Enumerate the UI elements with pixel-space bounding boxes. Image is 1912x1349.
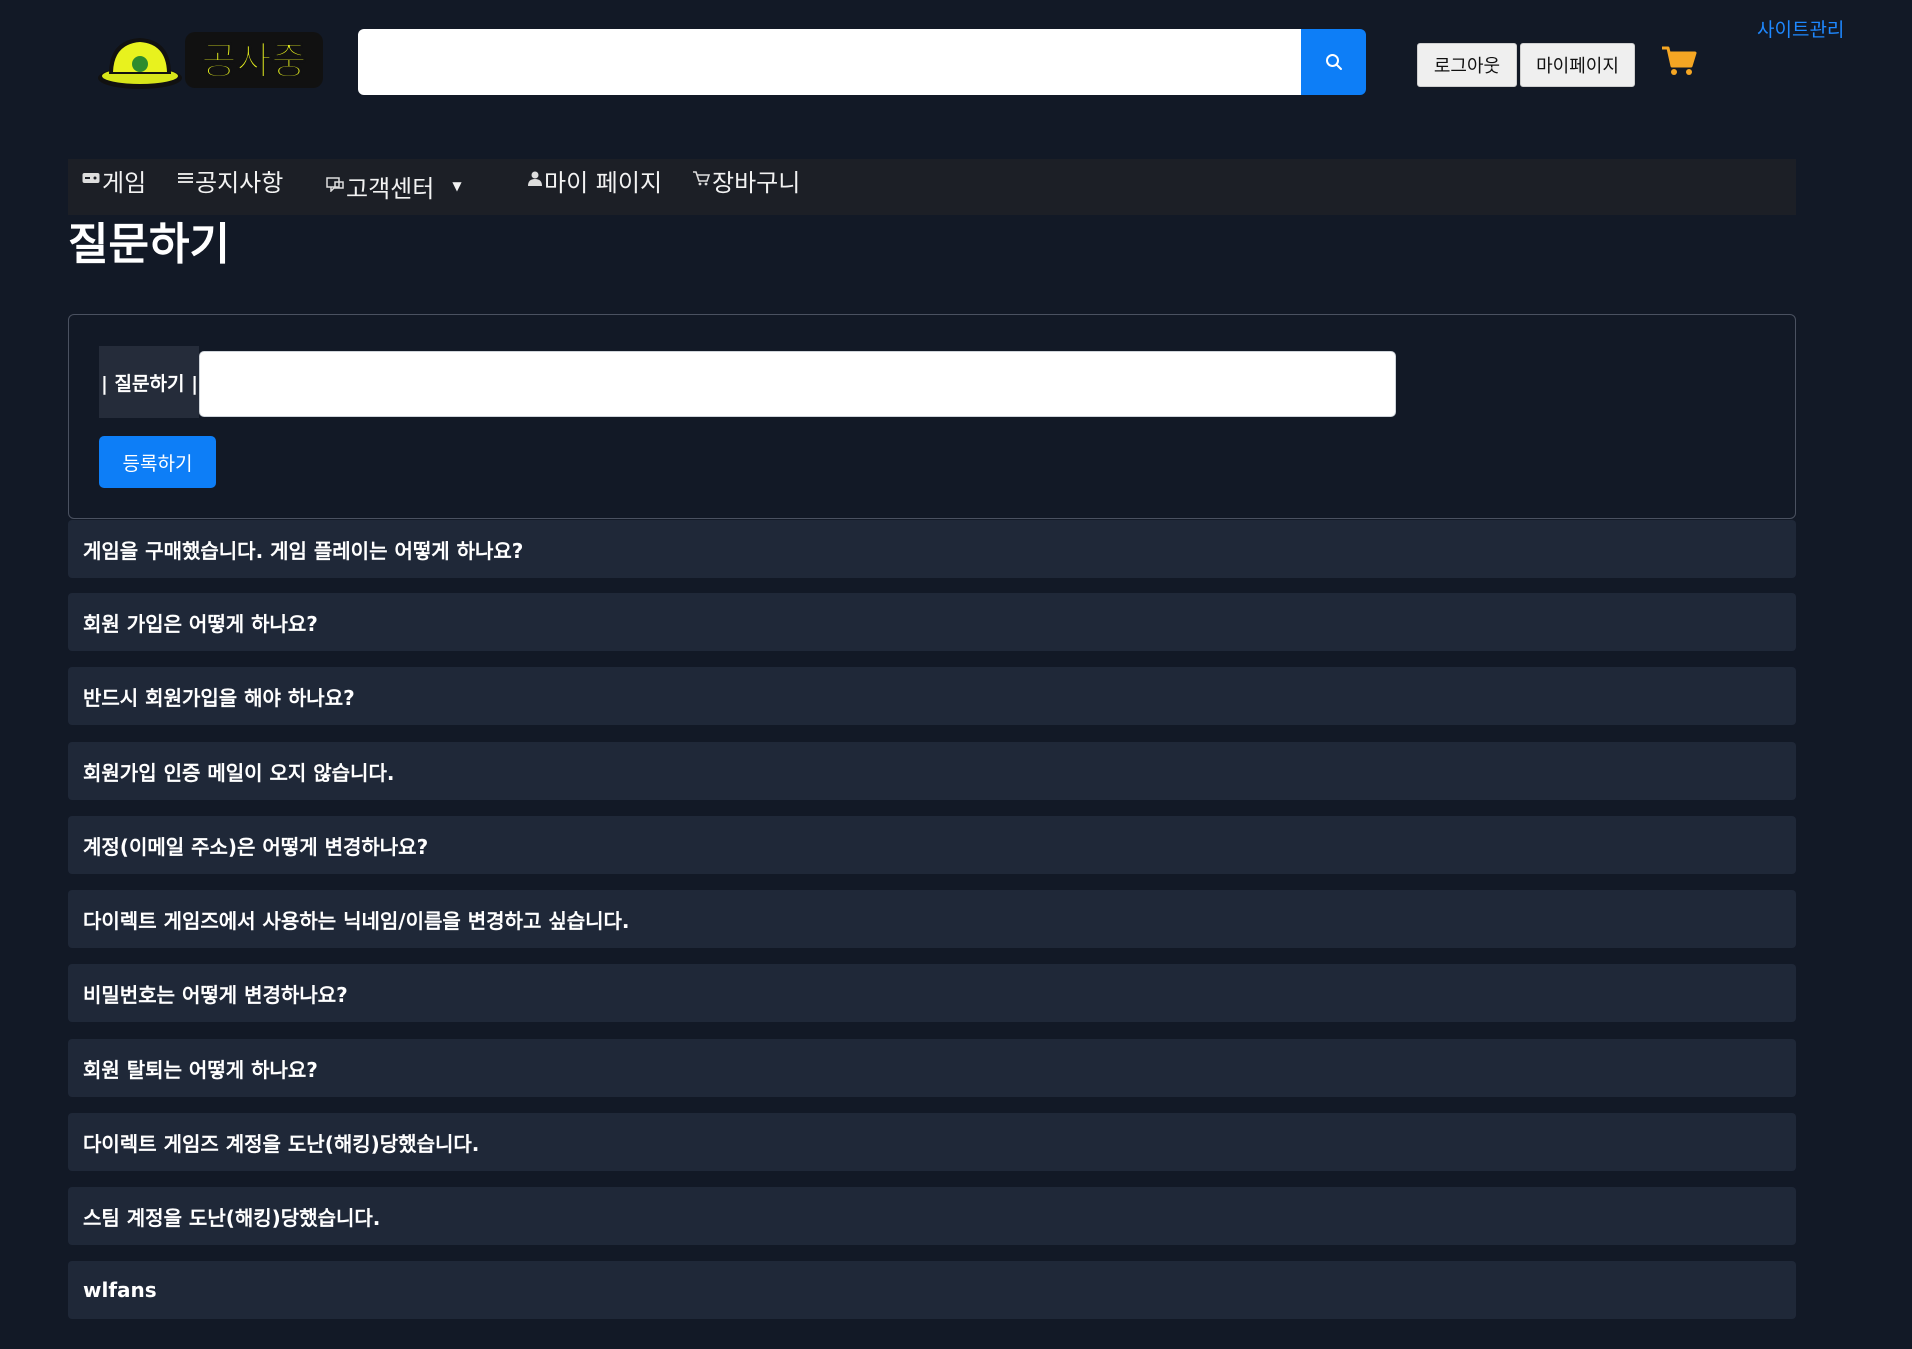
question-label: | 질문하기 | bbox=[99, 346, 199, 418]
nav-label-mypage: 마이 페이지 bbox=[544, 168, 663, 197]
logo-text: 공사중 bbox=[202, 39, 307, 83]
faq-item[interactable]: 스팀 계정을 도난(해킹)당했습니다. bbox=[68, 1187, 1796, 1245]
page-title: 질문하기 bbox=[68, 219, 230, 270]
cart-icon bbox=[693, 170, 711, 190]
search-button[interactable] bbox=[1301, 29, 1366, 95]
gamepad-icon bbox=[82, 172, 100, 188]
faq-item[interactable]: 다이렉트 게임즈 계정을 도난(해킹)당했습니다. bbox=[68, 1113, 1796, 1171]
mypage-button[interactable]: 마이페이지 bbox=[1520, 43, 1635, 87]
main-nav: 게임 공지사항 고객센터 ▼ 마이 페이지 장바구니 bbox=[68, 159, 1796, 215]
list-icon bbox=[178, 172, 193, 188]
chat-icon bbox=[326, 176, 344, 196]
faq-item[interactable]: 회원가입 인증 메일이 오지 않습니다. bbox=[68, 742, 1796, 800]
question-input[interactable] bbox=[199, 351, 1396, 417]
nav-label-games: 게임 bbox=[102, 168, 147, 197]
search-input[interactable] bbox=[358, 29, 1301, 95]
nav-item-mypage[interactable]: 마이 페이지 bbox=[528, 159, 662, 201]
nav-item-cart[interactable]: 장바구니 bbox=[693, 159, 800, 201]
search-icon bbox=[1325, 54, 1342, 70]
faq-item[interactable]: 계정(이메일 주소)은 어떻게 변경하나요? bbox=[68, 816, 1796, 874]
faq-item[interactable]: wlfans bbox=[68, 1261, 1796, 1319]
shopping-cart-icon bbox=[1662, 46, 1697, 75]
faq-item[interactable]: 회원 가입은 어떻게 하나요? bbox=[68, 593, 1796, 651]
nav-item-support-dropdown[interactable]: 고객센터 ▼ bbox=[326, 165, 462, 207]
logout-button[interactable]: 로그아웃 bbox=[1417, 43, 1517, 87]
nav-item-games[interactable]: 게임 bbox=[82, 159, 146, 201]
question-form: | 질문하기 | 등록하기 bbox=[68, 314, 1796, 519]
nav-label-notice: 공지사항 bbox=[195, 168, 284, 197]
site-logo[interactable]: 공사중 bbox=[95, 28, 325, 92]
site-admin-link[interactable]: 사이트관리 bbox=[1757, 15, 1844, 42]
chevron-down-icon: ▼ bbox=[452, 179, 462, 193]
faq-item[interactable]: 게임을 구매했습니다. 게임 플레이는 어떻게 하나요? bbox=[68, 520, 1796, 578]
user-icon bbox=[528, 171, 542, 190]
faq-item[interactable]: 회원 탈퇴는 어떻게 하나요? bbox=[68, 1039, 1796, 1097]
faq-item[interactable]: 다이렉트 게임즈에서 사용하는 닉네임/이름을 변경하고 싶습니다. bbox=[68, 890, 1796, 948]
nav-label-cart: 장바구니 bbox=[712, 168, 801, 197]
cart-button[interactable] bbox=[1660, 44, 1700, 80]
nav-item-notice[interactable]: 공지사항 bbox=[178, 159, 283, 201]
nav-label-support: 고객센터 bbox=[346, 174, 435, 203]
hardhat-logo-icon: 공사중 bbox=[98, 32, 323, 89]
submit-question-button[interactable]: 등록하기 bbox=[99, 436, 216, 488]
faq-item[interactable]: 반드시 회원가입을 해야 하나요? bbox=[68, 667, 1796, 725]
faq-item[interactable]: 비밀번호는 어떻게 변경하나요? bbox=[68, 964, 1796, 1022]
page: 공사중 로그아웃 마이페이지 사이트관리 게임 공지사항 고객센터 ▼ 마이 페… bbox=[0, 0, 1912, 1349]
